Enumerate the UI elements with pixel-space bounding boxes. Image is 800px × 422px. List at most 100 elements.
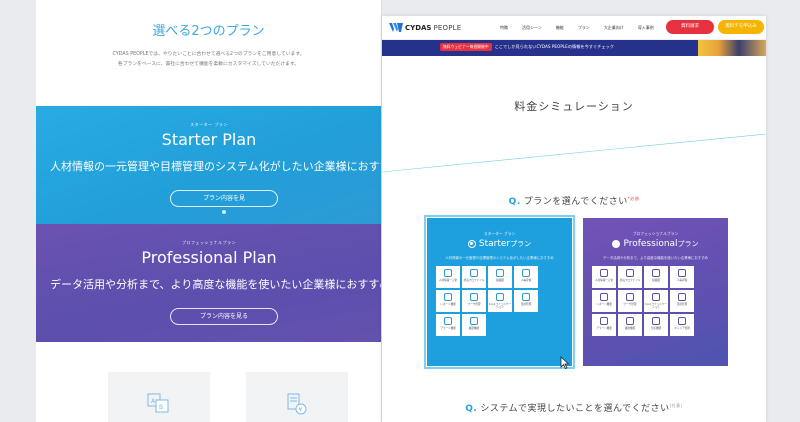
- feature-tile: 人材情報一元化: [436, 266, 460, 288]
- plans-intro: CYDAS PEOPLEでは、やりたいことに合わせて選べる2つのプランをご用意し…: [36, 50, 381, 70]
- professional-plan-tag: プロフェッショナルプラン: [182, 240, 236, 245]
- feature-tile: レポート機能: [592, 290, 616, 312]
- feature-icon: [522, 269, 530, 277]
- cydas-logo-icon: [389, 23, 403, 32]
- request-materials-button[interactable]: 資料請求: [666, 20, 714, 34]
- starter-card-tag: スターター プラン: [483, 231, 516, 236]
- professional-plan-section: プロフェッショナルプラン Professional Plan データ活用や分析ま…: [36, 224, 382, 342]
- feature-icon: [470, 269, 478, 277]
- site-header: CYDAS PEOPLE 特徴 活用シーン 機能 プラン 大企業向け 導入事例 …: [382, 16, 766, 40]
- main-nav: 特徴 活用シーン 機能 プラン 大企業向け 導入事例: [500, 25, 668, 31]
- feature-tile: ワーク管理: [618, 290, 642, 312]
- banner-pill: 無料ウェビナー毎週開催中: [440, 43, 492, 51]
- feature-icon: [444, 269, 452, 277]
- pro-card-description: データ活用や分析まで、より高度な機能を使いたい企業様におすすめ: [603, 256, 708, 260]
- starter-card-name: Starter プラン: [427, 239, 572, 249]
- feature-tile: 組織図: [644, 266, 668, 288]
- question-text: システムで実現したいことを選んでください: [480, 404, 670, 414]
- feature-icon: [444, 317, 452, 325]
- feature-card: A B: [108, 372, 210, 422]
- nav-item-case-studies[interactable]: 導入事例: [638, 25, 654, 31]
- feature-tile: アラート機能: [436, 314, 460, 336]
- feature-icon: [626, 317, 634, 325]
- feature-icon: [522, 293, 530, 301]
- pricing-simulation-page: CYDAS PEOPLE 特徴 活用シーン 機能 プラン 大企業向け 導入事例 …: [382, 16, 766, 422]
- feature-icon: [652, 269, 660, 277]
- question-text: プランを選んでください: [523, 197, 628, 207]
- feature-tile: 分析機能: [644, 314, 668, 336]
- feature-tile: ワーク管理: [462, 290, 486, 312]
- feature-tile: 1on1コミュニケーション: [644, 290, 668, 312]
- feature-tile: 履歴機能: [618, 314, 642, 336]
- intro-line: CYDAS PEOPLEでは、やりたいことに合わせて選べる2つのプランをご用意し…: [112, 52, 305, 57]
- feature-icon: [652, 293, 660, 301]
- svg-text:A: A: [151, 398, 156, 405]
- feature-tile: 人材情報一元化: [592, 266, 616, 288]
- mouse-cursor-icon: [560, 356, 570, 369]
- svg-text:¥: ¥: [299, 407, 303, 414]
- professional-plan-name: Professional Plan: [141, 248, 277, 267]
- feature-tile: キャリア管理: [670, 314, 694, 336]
- starter-card-description: 人材情報の一元管理や目標管理のシステム化がしたい企業様におすすめ: [445, 256, 554, 260]
- banner-photo: [698, 40, 766, 56]
- free-demo-button[interactable]: 無料デモ申込み: [718, 20, 764, 34]
- feature-icon: [496, 293, 504, 301]
- starter-plan-name: Starter Plan: [161, 130, 257, 149]
- nav-item-features[interactable]: 特徴: [500, 25, 508, 31]
- professional-plan-option[interactable]: プロフェッショナルプラン Professional プラン データ活用や分析まで、…: [583, 218, 728, 366]
- feature-tile: レポート機能: [436, 290, 460, 312]
- professional-plan-details-button[interactable]: プラン内容を見る: [170, 308, 278, 325]
- nav-item-functions[interactable]: 機能: [556, 25, 564, 31]
- feature-tile: 組織図: [488, 266, 512, 288]
- starter-plan-tag: スターター プラン: [190, 122, 228, 127]
- svg-text:B: B: [159, 404, 163, 411]
- pro-card-name-jp: プラン: [677, 240, 699, 248]
- webinar-banner[interactable]: 無料ウェビナー毎週開催中 ここでしか見られないCYDAS PEOPLEの情報を今…: [382, 40, 766, 56]
- pro-card-tag: プロフェッショナルプラン: [632, 231, 679, 236]
- feature-icon: [470, 317, 478, 325]
- radio-selected-icon[interactable]: [467, 240, 476, 248]
- nav-item-use-cases[interactable]: 活用シーン: [522, 25, 542, 31]
- question-mark: Q.: [465, 404, 478, 414]
- feature-icon: [678, 293, 686, 301]
- feature-tile: アラート機能: [592, 314, 616, 336]
- feature-tile: 履歴機能: [462, 314, 486, 336]
- banner-content: 無料ウェビナー毎週開催中 ここでしか見られないCYDAS PEOPLEの情報を今…: [440, 43, 614, 51]
- question-goals: Q. システムで実現したいことを選んでください(任意): [382, 401, 766, 414]
- plans-heading: 選べる2つのプラン: [152, 24, 265, 39]
- feature-card: ¥: [246, 372, 348, 422]
- question-mark: Q.: [508, 197, 521, 207]
- logo-product: PEOPLE: [433, 23, 462, 32]
- feature-tile: 目標管理: [514, 290, 538, 312]
- feature-tile: 人事評価: [670, 266, 694, 288]
- feature-icon: [600, 293, 608, 301]
- ab-chart-icon: A B: [147, 393, 169, 413]
- radio-unselected-icon[interactable]: [612, 240, 621, 248]
- site-logo[interactable]: CYDAS PEOPLE: [389, 23, 461, 32]
- feature-icon: [626, 269, 634, 277]
- feature-tile: 人事評価: [514, 266, 538, 288]
- cursor-dot: [222, 210, 226, 214]
- pro-card-name: Professional プラン: [583, 239, 728, 249]
- feature-icon: [626, 293, 634, 301]
- plans-page-left: 選べる2つのプラン CYDAS PEOPLEでは、やりたいことに合わせて選べる2…: [36, 0, 382, 422]
- feature-icon: [678, 317, 686, 325]
- professional-plan-description: データ活用や分析まで、より高度な機能を使いたい企業様におすすめ: [50, 278, 382, 291]
- page-title: 料金シミュレーション: [514, 100, 634, 113]
- starter-plan-details-button[interactable]: プラン内容を見: [170, 190, 278, 207]
- feature-icon: [652, 317, 660, 325]
- feature-icon: [678, 269, 686, 277]
- banner-message: ここでしか見られないCYDAS PEOPLEの情報を今すぐチェック: [494, 44, 614, 49]
- feature-tile: 社員プロファイル: [618, 266, 642, 288]
- nav-item-plans[interactable]: プラン: [578, 25, 590, 31]
- feature-tile: 1on1コミュニケーション: [488, 290, 512, 312]
- feature-icon: [600, 269, 608, 277]
- pro-card-name-en: Professional: [623, 239, 678, 249]
- nav-item-enterprise[interactable]: 大企業向け: [604, 25, 624, 31]
- feature-tile: 社員プロファイル: [462, 266, 486, 288]
- feature-icon: [444, 293, 452, 301]
- starter-plan-description: 人材情報の一元管理や目標管理のシステム化がしたい企業様におすすめ: [50, 160, 382, 173]
- starter-card-name-en: Starter: [478, 239, 511, 249]
- optional-note: (任意): [669, 403, 683, 408]
- starter-plan-option[interactable]: スターター プラン Starter プラン 人材情報の一元管理や目標管理のシステム…: [424, 215, 575, 369]
